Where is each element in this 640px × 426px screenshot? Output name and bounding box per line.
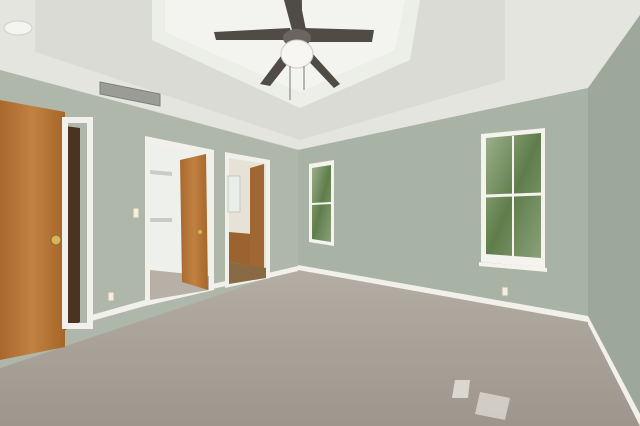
light-switch-icon[interactable] [132, 207, 140, 219]
empty-bedroom-photo [0, 0, 640, 426]
sunlight-patch [452, 380, 470, 398]
window-left [309, 160, 334, 246]
outlet-icon-back [501, 286, 509, 297]
closet-door-left[interactable] [0, 100, 93, 360]
room-illustration [0, 0, 640, 426]
outlet-icon [107, 291, 115, 302]
window-right [479, 128, 547, 272]
smoke-detector [3, 20, 33, 36]
door-knob-icon[interactable] [50, 234, 62, 246]
closet-doorway[interactable] [145, 136, 214, 306]
bathroom-doorway[interactable] [225, 152, 270, 288]
